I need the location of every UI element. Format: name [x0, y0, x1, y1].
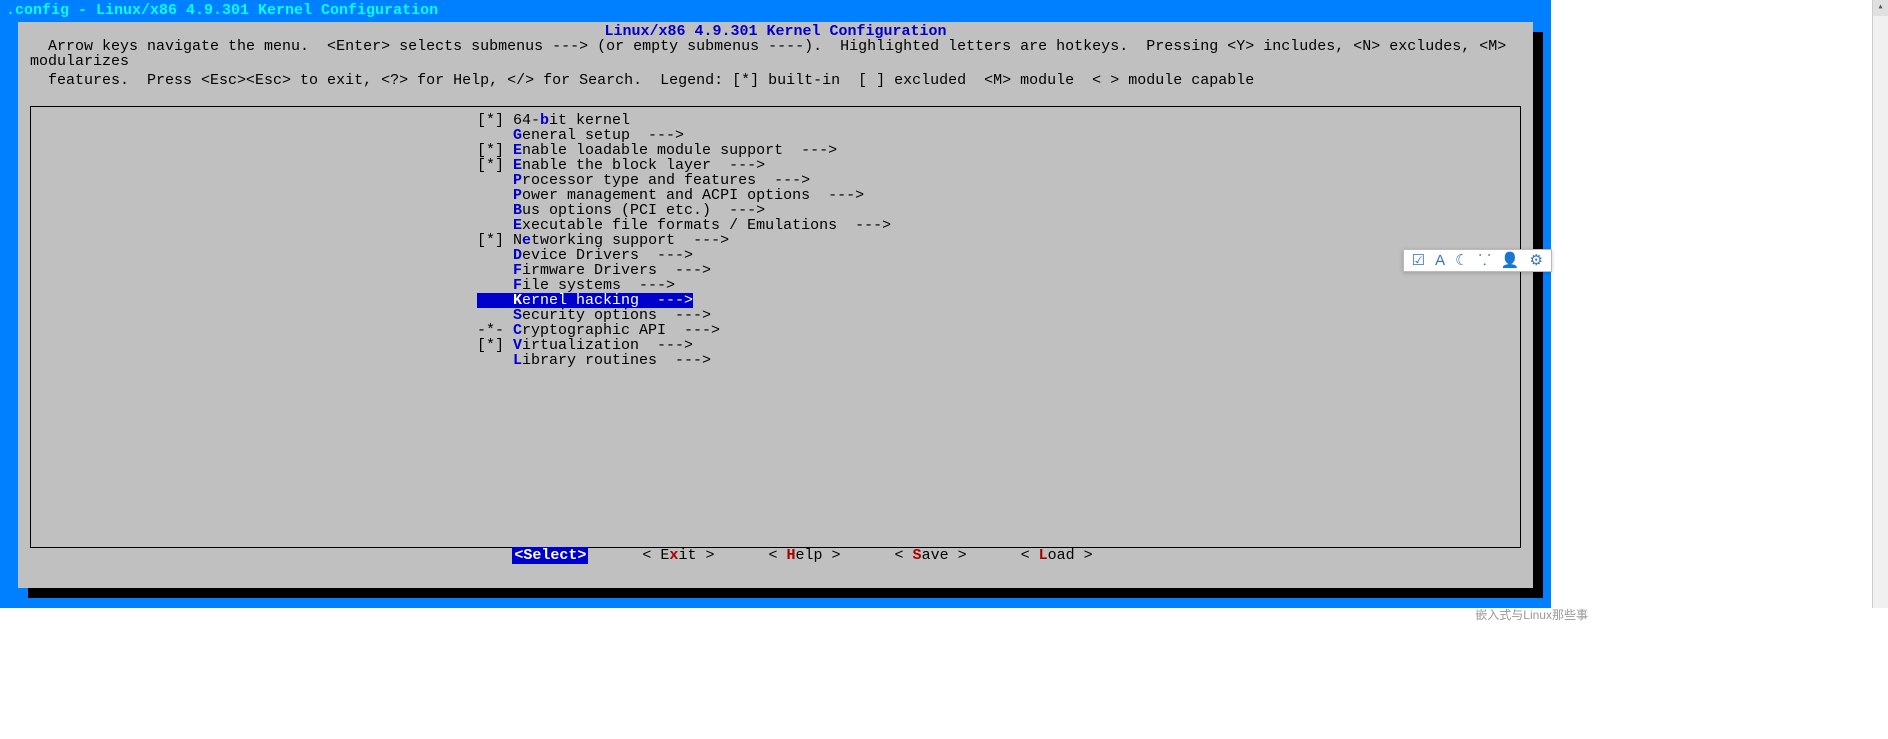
scroll-up-arrow[interactable]: ▴ — [1873, 0, 1888, 16]
menu-item[interactable]: Library routines ---> — [31, 353, 1520, 368]
menu-list[interactable]: [*] 64-bit kernel General setup --->[*] … — [30, 106, 1521, 548]
check-icon[interactable]: ☑ — [1412, 253, 1425, 268]
font-icon[interactable]: A — [1435, 253, 1445, 268]
moon-icon[interactable]: ☾ — [1455, 253, 1468, 268]
exit-button[interactable]: < Exit > — [642, 547, 714, 564]
dots-icon[interactable]: ⸪ — [1479, 253, 1491, 268]
hotkey-letter: L — [513, 352, 522, 369]
user-icon[interactable]: 👤 — [1501, 253, 1520, 268]
config-heading: Linux/x86 4.9.301 Kernel Configuration — [18, 22, 1533, 39]
window-title: .config - Linux/x86 4.9.301 Kernel Confi… — [2, 2, 1549, 19]
menu-item[interactable]: File systems ---> — [31, 278, 1520, 293]
help-button[interactable]: < Help > — [768, 547, 840, 564]
reader-toolbar: ☑ A ☾ ⸪ 👤 ⚙ — [1403, 249, 1552, 272]
menu-item[interactable]: [*] Enable the block layer ---> — [31, 158, 1520, 173]
terminal-window: .config - Linux/x86 4.9.301 Kernel Confi… — [0, 0, 1551, 608]
button-bar: <Select> < Exit > < Help > < Save > < Lo… — [18, 533, 1533, 578]
load-button[interactable]: < Load > — [1021, 547, 1093, 564]
menu-item[interactable]: [*] Enable loadable module support ---> — [31, 143, 1520, 158]
menu-item[interactable]: [*] Virtualization ---> — [31, 338, 1520, 353]
menu-item[interactable]: [*] Networking support ---> — [31, 233, 1520, 248]
save-button[interactable]: < Save > — [895, 547, 967, 564]
menu-item[interactable]: Bus options (PCI etc.) ---> — [31, 203, 1520, 218]
menu-item[interactable]: Firmware Drivers ---> — [31, 263, 1520, 278]
menu-item[interactable]: [*] 64-bit kernel — [31, 113, 1520, 128]
menu-item[interactable]: Executable file formats / Emulations ---… — [31, 218, 1520, 233]
watermark-text: 嵌入式与Linux那些事 — [1475, 609, 1588, 621]
select-button[interactable]: <Select> — [512, 547, 588, 564]
menu-mark — [477, 352, 513, 369]
gear-icon[interactable]: ⚙ — [1530, 253, 1543, 268]
menu-item[interactable]: -*- Cryptographic API ---> — [31, 323, 1520, 338]
help-text-line1: Arrow keys navigate the menu. <Enter> se… — [18, 39, 1533, 73]
help-text-line2: features. Press <Esc><Esc> to exit, <?> … — [18, 73, 1533, 92]
menu-item[interactable]: Processor type and features ---> — [31, 173, 1520, 188]
menu-item[interactable]: General setup ---> — [31, 128, 1520, 143]
menu-item[interactable]: Device Drivers ---> — [31, 248, 1520, 263]
menuconfig-frame: Linux/x86 4.9.301 Kernel Configuration A… — [18, 22, 1533, 588]
menu-item[interactable]: Power management and ACPI options ---> — [31, 188, 1520, 203]
menu-item[interactable]: Security options ---> — [31, 308, 1520, 323]
menu-item[interactable]: Kernel hacking ---> — [477, 293, 693, 308]
vertical-scrollbar[interactable]: ▴ — [1872, 0, 1888, 608]
